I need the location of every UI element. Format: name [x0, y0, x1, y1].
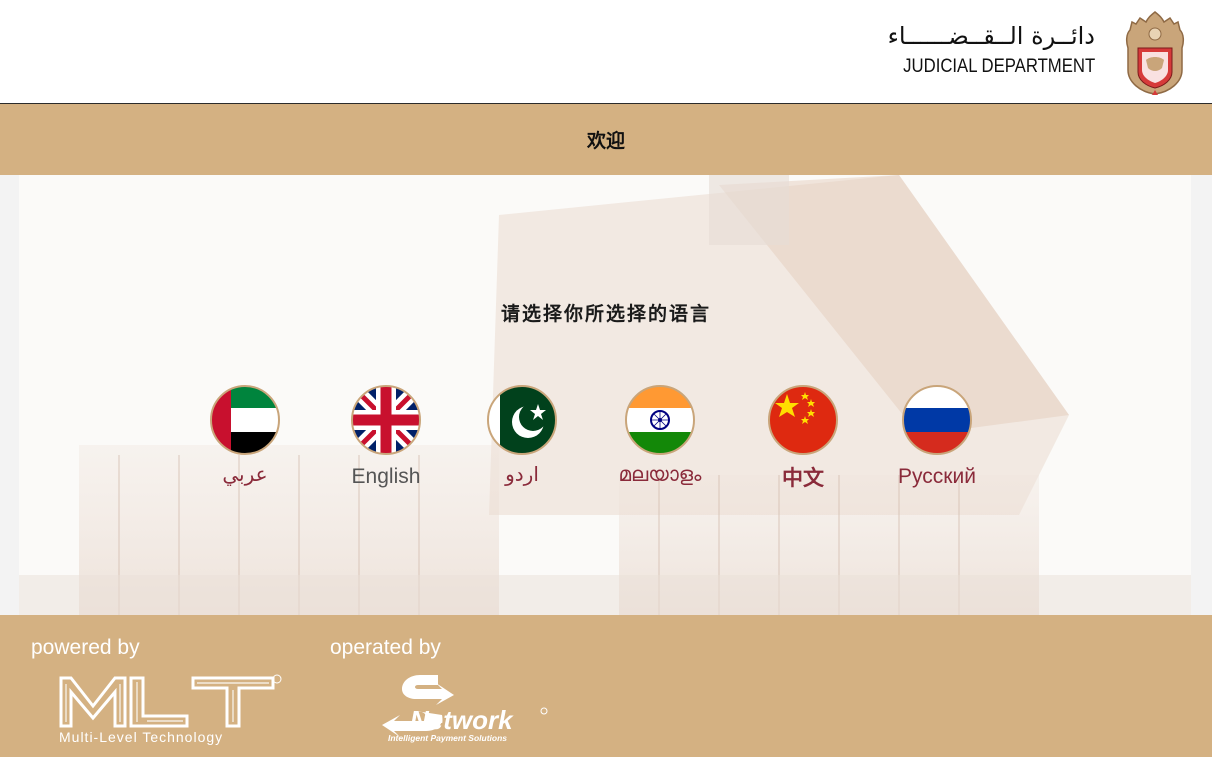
header: دائــرة الــقــضــــــاء JUDICIAL DEPART…: [0, 0, 1212, 104]
language-option-malayalam[interactable]: മലയാളം: [600, 384, 720, 494]
mlt-logo: Multi-Level Technology: [59, 674, 282, 745]
welcome-title: 欢迎: [586, 130, 625, 152]
language-option-urdu[interactable]: اردو: [462, 384, 582, 494]
language-label-urdu: اردو: [505, 462, 539, 486]
network-logo: Network Intelligent Payment Solutions: [382, 675, 548, 743]
brand-arabic-name: دائــرة الــقــضــــــاء: [887, 22, 1095, 50]
language-label-chinese: 中文: [782, 466, 824, 490]
language-label-arabic: عربي: [222, 462, 268, 486]
brand-block: دائــرة الــقــضــــــاء JUDICIAL DEPART…: [877, 22, 1095, 78]
language-option-russian[interactable]: Русский: [877, 384, 997, 494]
uae-flag-icon: [210, 385, 280, 455]
language-option-arabic[interactable]: عربي: [185, 384, 305, 494]
powered-by-label: powered by: [31, 636, 140, 659]
language-option-chinese[interactable]: 中文: [743, 384, 863, 494]
language-label-malayalam: മലയാളം: [618, 462, 702, 486]
footer: powered by operated by Multi-Level Techn…: [0, 615, 1212, 757]
brand-english-name: JUDICIAL DEPARTMENT: [902, 56, 1095, 77]
india-flag-icon: [625, 385, 695, 455]
network-logo-text: Network: [410, 705, 514, 735]
language-prompt: 请选择你所选择的语言: [500, 303, 711, 325]
operated-by-label: operated by: [330, 636, 441, 659]
uk-flag-icon: [351, 385, 421, 455]
language-label-english: English: [351, 465, 421, 488]
welcome-bar: 欢迎: [0, 104, 1212, 175]
russia-flag-icon: [902, 385, 972, 455]
pakistan-flag-icon: [487, 385, 557, 455]
china-flag-icon: [768, 385, 838, 455]
falcon-emblem-icon: [1125, 11, 1185, 95]
language-option-english[interactable]: English: [326, 384, 446, 494]
mlt-logo-text: Multi-Level Technology: [59, 729, 223, 745]
main-panel: 请选择你所选择的语言 عربي English اردو മലയാളം 中文 Р…: [0, 175, 1212, 615]
network-logo-tagline: Intelligent Payment Solutions: [388, 733, 507, 743]
language-label-russian: Русский: [898, 465, 976, 488]
